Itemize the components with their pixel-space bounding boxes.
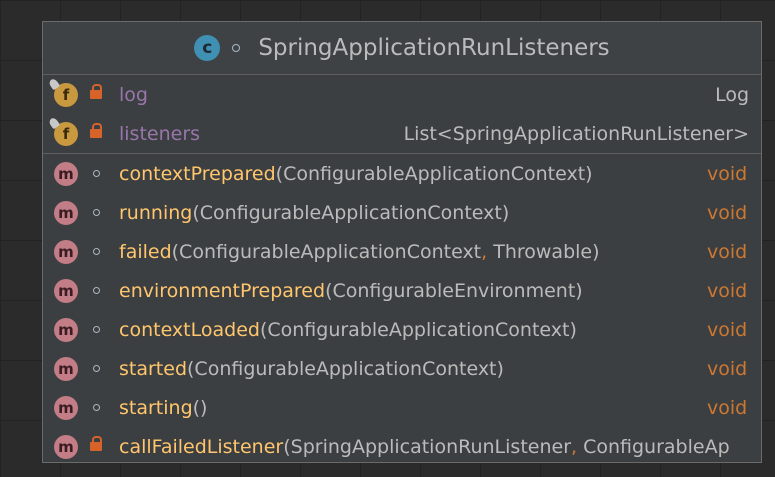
public-visibility-icon: [93, 287, 100, 294]
method-signature: environmentPrepared(ConfigurableEnvironm…: [119, 280, 583, 302]
method-row-failed[interactable]: m failed(ConfigurableApplicationContext,…: [43, 232, 761, 271]
method-icon: m: [54, 317, 78, 342]
method-name: contextPrepared: [119, 162, 276, 185]
method-row-environmentPrepared[interactable]: m environmentPrepared(ConfigurableEnviro…: [43, 271, 761, 310]
public-visibility-icon: [93, 365, 100, 372]
method-params: (ConfigurableApplicationContext): [187, 357, 504, 380]
method-return-type: void: [707, 279, 748, 302]
field-row-listeners[interactable]: f listeners List<SpringApplicationRunLis…: [43, 114, 761, 153]
private-lock-icon: [90, 123, 102, 139]
method-return-type: void: [707, 162, 748, 185]
method-icon: m: [54, 161, 78, 186]
class-title: SpringApplicationRunListeners: [258, 35, 610, 61]
method-row-started[interactable]: m started(ConfigurableApplicationContext…: [43, 349, 761, 388]
method-signature: failed(ConfigurableApplicationContext, T…: [119, 241, 600, 263]
method-signature: starting(): [119, 397, 207, 419]
method-return-type: void: [707, 357, 748, 380]
method-name: callFailedListener: [119, 435, 284, 458]
class-icon: c: [194, 35, 221, 61]
public-visibility-icon: [93, 248, 100, 255]
method-params: (ConfigurableEnvironment): [325, 279, 583, 302]
method-name: starting: [119, 396, 193, 419]
method-signature: callFailedListener(SpringApplicationRunL…: [119, 436, 730, 458]
method-params: (ConfigurableApplicationContext): [275, 162, 593, 185]
method-return-type: void: [707, 318, 748, 341]
method-icon: m: [54, 200, 78, 225]
method-return-type: void: [707, 240, 748, 263]
method-name: failed: [119, 240, 172, 263]
public-visibility-icon: [93, 404, 100, 411]
method-signature: contextLoaded(ConfigurableApplicationCon…: [119, 319, 577, 341]
method-row-running[interactable]: m running(ConfigurableApplicationContext…: [43, 193, 761, 232]
method-signature: started(ConfigurableApplicationContext): [119, 358, 504, 380]
class-node[interactable]: c SpringApplicationRunListeners f log Lo…: [42, 21, 762, 463]
method-signature: running(ConfigurableApplicationContext): [119, 202, 509, 224]
field-type: List<SpringApplicationRunListener>: [403, 122, 749, 145]
method-params-2: ConfigurableAp: [577, 435, 730, 458]
private-lock-icon: [90, 436, 102, 452]
private-lock-icon: [90, 84, 102, 100]
method-row-contextLoaded[interactable]: m contextLoaded(ConfigurableApplicationC…: [43, 310, 761, 349]
methods-section: m contextPrepared(ConfigurableApplicatio…: [43, 154, 761, 462]
method-row-contextPrepared[interactable]: m contextPrepared(ConfigurableApplicatio…: [43, 154, 761, 193]
method-name: running: [119, 201, 193, 224]
method-params: (ConfigurableApplicationContext): [259, 318, 577, 341]
field-type: Log: [715, 83, 749, 106]
method-icon: m: [54, 395, 78, 420]
method-return-type: void: [707, 201, 748, 224]
method-params: (ConfigurableApplicationContext): [192, 201, 510, 224]
field-name: listeners: [119, 122, 201, 145]
method-params: (): [192, 396, 208, 419]
method-row-callFailedListener[interactable]: m callFailedListener(SpringApplicationRu…: [43, 427, 761, 462]
method-return-type: void: [707, 396, 748, 419]
method-params-2: Throwable): [487, 240, 600, 263]
method-name: contextLoaded: [119, 318, 260, 341]
method-icon: m: [54, 356, 78, 381]
public-visibility-icon: [93, 209, 100, 216]
method-icon: m: [54, 278, 78, 303]
method-params: (ConfigurableApplicationContext: [171, 240, 482, 263]
field-name: log: [119, 83, 148, 106]
method-name: environmentPrepared: [119, 279, 326, 302]
method-params: (SpringApplicationRunListener: [283, 435, 571, 458]
fields-section: f log Log f listeners List<SpringApplica…: [43, 75, 761, 154]
class-header: c SpringApplicationRunListeners: [43, 22, 761, 75]
public-visibility-icon: [93, 170, 100, 177]
public-visibility-icon: [232, 44, 241, 52]
method-name: started: [119, 357, 188, 380]
field-row-log[interactable]: f log Log: [43, 75, 761, 114]
method-row-starting[interactable]: m starting() void: [43, 388, 761, 427]
method-icon: m: [54, 239, 78, 264]
method-signature: contextPrepared(ConfigurableApplicationC…: [119, 163, 593, 185]
method-icon: m: [54, 434, 78, 459]
public-visibility-icon: [93, 326, 100, 333]
